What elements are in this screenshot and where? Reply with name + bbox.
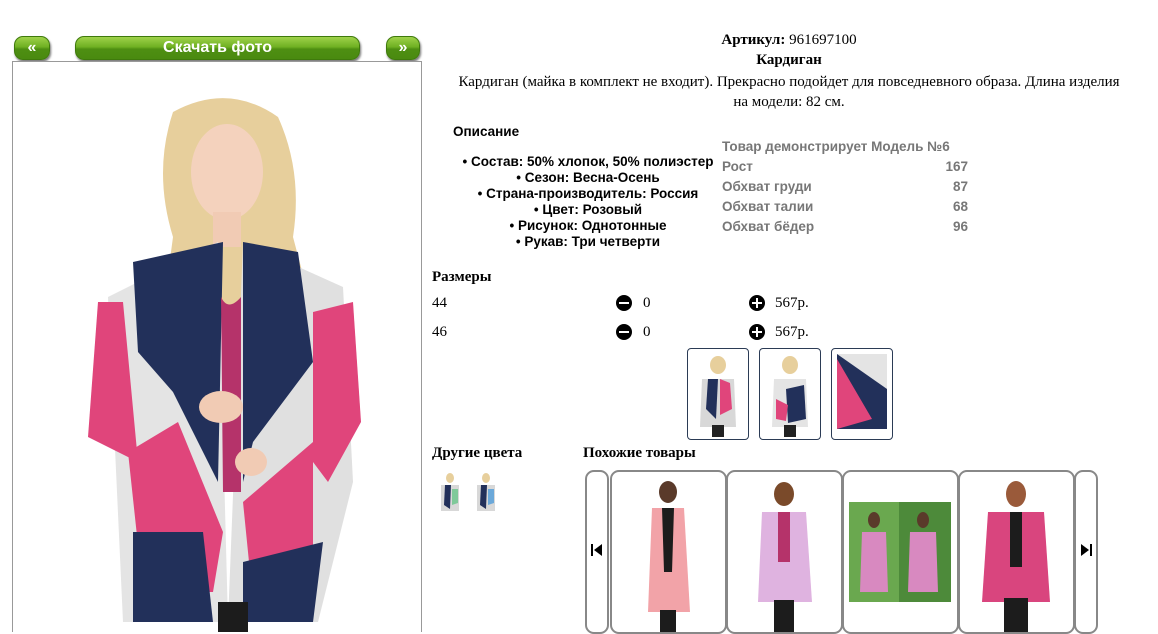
model-title: Товар демонстрирует Модель №6 — [722, 139, 950, 154]
similar-product-image — [758, 482, 812, 632]
thumbnail-image — [700, 356, 736, 437]
color-variant-thumbnail[interactable] — [437, 471, 463, 517]
plus-icon[interactable] — [749, 295, 765, 311]
model-measurements: Товар демонстрирует Модель №6 Рост 167 Об… — [722, 139, 968, 239]
similar-product-image — [648, 481, 690, 632]
description-list: Состав: 50% хлопок, 50% полиэстер Сезон:… — [450, 154, 726, 250]
size-price: 567р. — [775, 295, 809, 311]
similar-product-card[interactable] — [842, 470, 959, 634]
product-name: Кардиган — [756, 52, 822, 68]
main-product-photo[interactable] — [12, 61, 422, 632]
similar-product-image — [849, 502, 951, 602]
carousel-prev-button[interactable] — [585, 470, 609, 634]
article-value: 961697100 — [789, 32, 857, 48]
similar-heading: Похожие товары — [583, 445, 696, 461]
model-row: Обхват талии 68 — [722, 199, 968, 219]
description-item: Рукав: Три четверти — [450, 234, 726, 250]
description-heading: Описание — [453, 124, 520, 139]
product-summary-line-1: Кардиган (майка в комплект не входит). П… — [458, 74, 1120, 90]
color-variant-image — [441, 473, 459, 511]
photo-thumbnail[interactable] — [831, 348, 893, 440]
model-row-value: 96 — [952, 219, 968, 234]
model-row-label: Обхват груди — [722, 179, 812, 194]
skip-back-icon — [591, 544, 602, 556]
size-label: 46 — [432, 324, 447, 340]
color-variant-image — [477, 473, 495, 511]
skip-forward-icon — [1081, 544, 1092, 556]
description-item: Страна-производитель: Россия — [450, 186, 726, 202]
size-label: 44 — [432, 295, 447, 311]
similar-product-card[interactable] — [958, 470, 1075, 634]
model-row: Обхват бёдер 96 — [722, 219, 968, 239]
model-row-value: 87 — [952, 179, 968, 194]
size-price: 567р. — [775, 324, 809, 340]
minus-icon[interactable] — [616, 295, 632, 311]
minus-icon[interactable] — [616, 324, 632, 340]
model-row: Рост 167 — [722, 159, 968, 179]
description-item: Состав: 50% хлопок, 50% полиэстер — [450, 154, 726, 170]
product-summary-line-2: на модели: 82 см. — [733, 94, 845, 110]
size-qty[interactable]: 0 — [643, 295, 651, 312]
article-line: Артикул: 961697100 — [430, 32, 1148, 49]
model-row-value: 167 — [945, 159, 968, 174]
prev-photo-button[interactable]: « — [14, 36, 50, 60]
model-row-label: Обхват талии — [722, 199, 814, 214]
product-summary: Кардиган (майка в комплект не входит). П… — [430, 72, 1148, 112]
model-row-label: Обхват бёдер — [722, 219, 815, 234]
download-photo-button[interactable]: Скачать фото — [75, 36, 360, 60]
model-row-value: 68 — [952, 199, 968, 214]
similar-product-card[interactable] — [726, 470, 843, 634]
description-item: Цвет: Розовый — [450, 202, 726, 218]
carousel-next-button[interactable] — [1074, 470, 1098, 634]
thumbnail-image — [837, 354, 887, 429]
model-row-label: Рост — [722, 159, 753, 174]
size-qty[interactable]: 0 — [643, 324, 651, 341]
plus-icon[interactable] — [749, 324, 765, 340]
photo-thumbnail[interactable] — [759, 348, 821, 440]
model-image — [13, 62, 421, 632]
photo-thumbnail[interactable] — [687, 348, 749, 440]
thumbnail-image — [772, 356, 808, 437]
sizes-heading: Размеры — [432, 269, 492, 285]
other-colors-heading: Другие цвета — [432, 445, 523, 461]
similar-product-card[interactable] — [610, 470, 727, 634]
description-item: Сезон: Весна-Осень — [450, 170, 726, 186]
description-item: Рисунок: Однотонные — [450, 218, 726, 234]
color-variant-thumbnail[interactable] — [473, 471, 499, 517]
article-label: Артикул: — [721, 32, 786, 48]
model-row: Обхват груди 87 — [722, 179, 968, 199]
similar-product-image — [982, 481, 1050, 632]
next-photo-button[interactable]: » — [386, 36, 420, 60]
